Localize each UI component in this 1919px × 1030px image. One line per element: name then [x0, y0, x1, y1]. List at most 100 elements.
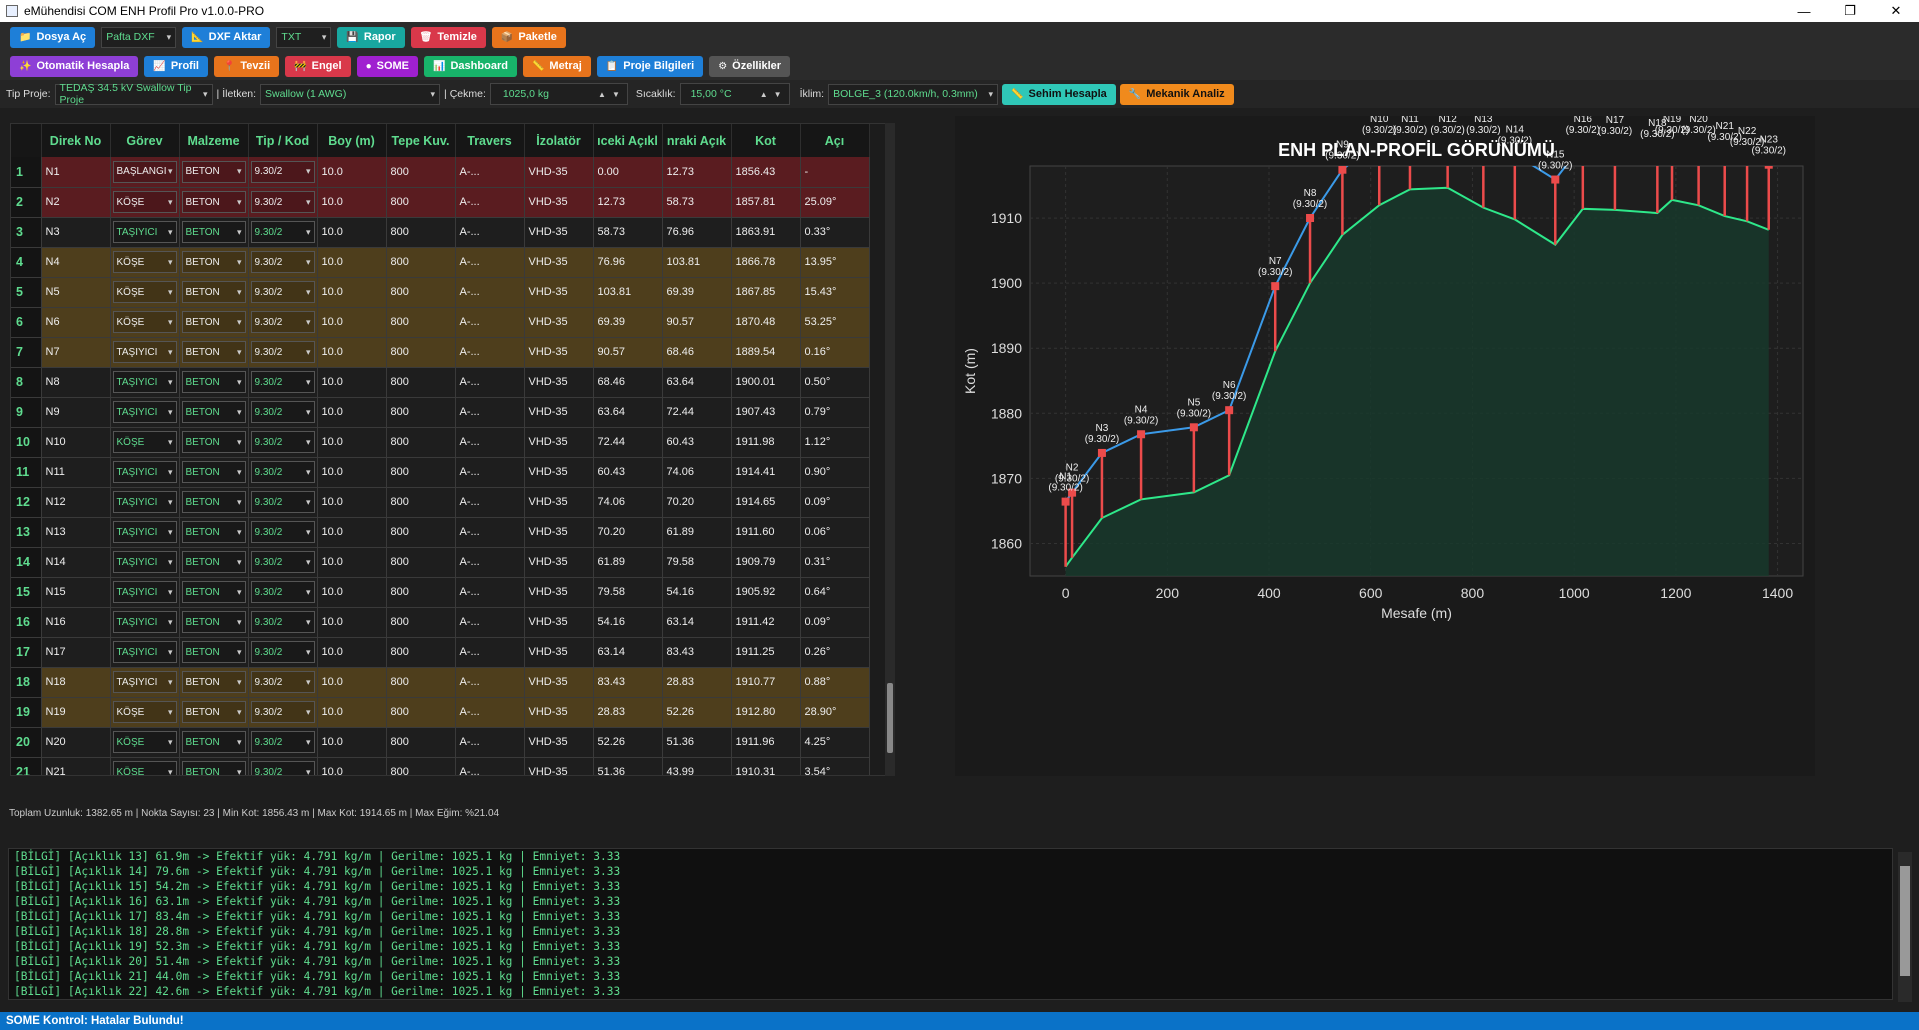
log-console[interactable]: [BİLGİ] [Açıklık 13] 61.9m -> Efektif yü… [8, 848, 1893, 1000]
izolator-cell[interactable]: VHD-35 [524, 487, 594, 518]
malzeme-select-cell[interactable]: BETON ▾ [179, 307, 249, 338]
close-icon[interactable]: ✕ [1873, 3, 1919, 19]
table-row[interactable]: 15 N15 TAŞIYICI ▾ BETON ▾ 9.30/2 ▾ 10.0 800 A-... V… [11, 577, 870, 608]
tepe-kuv-cell[interactable]: 800 [386, 247, 456, 278]
boy-cell[interactable]: 10.0 [317, 577, 387, 608]
boy-cell[interactable]: 10.0 [317, 337, 387, 368]
malzeme-select[interactable]: BETON ▾ [181, 221, 246, 243]
travers-cell[interactable]: A-... [455, 367, 525, 398]
boy-cell[interactable]: 10.0 [317, 397, 387, 428]
onceki-aciklik-cell[interactable]: 0.00 [593, 157, 663, 188]
travers-cell[interactable]: A-... [455, 487, 525, 518]
direk-no-cell[interactable]: N21 [41, 757, 111, 775]
aci-cell[interactable]: 4.25° [800, 727, 870, 758]
gorev-select[interactable]: KÖŞE ▾ [112, 191, 177, 213]
sonraki-aciklik-cell[interactable]: 54.16 [662, 577, 732, 608]
txt-combo[interactable]: TXT ▾ [276, 26, 332, 48]
boy-cell[interactable]: 10.0 [317, 277, 387, 308]
sonraki-aciklik-cell[interactable]: 63.64 [662, 367, 732, 398]
izolator-cell[interactable]: VHD-35 [524, 307, 594, 338]
sonraki-aciklik-cell[interactable]: 69.39 [662, 277, 732, 308]
tip-kod-select-cell[interactable]: 9.30/2 ▾ [248, 607, 318, 638]
tepe-kuv-cell[interactable]: 800 [386, 337, 456, 368]
spin-up-icon[interactable]: ▲ [595, 90, 609, 99]
kot-cell[interactable]: 1870.48 [731, 307, 801, 338]
boy-cell[interactable]: 10.0 [317, 457, 387, 488]
table-row[interactable]: 1 N1 BAŞLANGI ▾ BETON ▾ 9.30/2 ▾ 10.0 800 A-... VHD… [11, 157, 870, 188]
onceki-aciklik-cell[interactable]: 28.83 [593, 697, 663, 728]
aci-cell[interactable]: 0.26° [800, 637, 870, 668]
tip-kod-select-cell[interactable]: 9.30/2 ▾ [248, 307, 318, 338]
gorev-select[interactable]: TAŞIYICI ▾ [112, 491, 177, 513]
direk-no-cell[interactable]: N9 [41, 397, 111, 428]
metraj-button[interactable]: 📏 Metraj [522, 55, 591, 77]
temizle-button[interactable]: 🗑 Temizle [410, 26, 486, 48]
malzeme-select[interactable]: BETON ▾ [181, 551, 246, 573]
table-row[interactable]: 3 N3 TAŞIYICI ▾ BETON ▾ 9.30/2 ▾ 10.0 800 A-... VHD… [11, 217, 870, 248]
travers-cell[interactable]: A-... [455, 337, 525, 368]
direk-no-cell[interactable]: N6 [41, 307, 111, 338]
maximize-icon[interactable]: ❐ [1827, 3, 1873, 19]
table-row[interactable]: 13 N13 TAŞIYICI ▾ BETON ▾ 9.30/2 ▾ 10.0 800 A-... V… [11, 517, 870, 548]
aci-cell[interactable]: 0.50° [800, 367, 870, 398]
tip-kod-select-cell[interactable]: 9.30/2 ▾ [248, 697, 318, 728]
tip-kod-select-cell[interactable]: 9.30/2 ▾ [248, 157, 318, 188]
rapor-button[interactable]: 💾 Rapor [337, 26, 405, 48]
tip-proje-select[interactable]: TEDAŞ 34.5 kV Swallow Tip Proje ▾ [54, 82, 213, 106]
gorev-select[interactable]: KÖŞE ▾ [112, 311, 177, 333]
tip-kod-select-cell[interactable]: 9.30/2 ▾ [248, 487, 318, 518]
gorev-select-cell[interactable]: KÖŞE ▾ [110, 427, 180, 458]
iklim-select[interactable]: BOLGE_3 (120.0km/h, 0.3mm) ▾ [828, 83, 999, 105]
column-header[interactable]: İzolatör [524, 124, 594, 157]
gorev-select[interactable]: TAŞIYICI ▾ [112, 341, 177, 363]
kot-cell[interactable]: 1914.41 [731, 457, 801, 488]
izolator-cell[interactable]: VHD-35 [524, 577, 594, 608]
direk-no-cell[interactable]: N14 [41, 547, 111, 578]
travers-cell[interactable]: A-... [455, 607, 525, 638]
sonraki-aciklik-cell[interactable]: 12.73 [662, 157, 732, 188]
column-header[interactable]: Boy (m) [317, 124, 387, 157]
column-header[interactable]: nraki Açık [662, 124, 732, 157]
malzeme-select[interactable]: BETON ▾ [181, 371, 246, 393]
boy-cell[interactable]: 10.0 [317, 547, 387, 578]
izolator-cell[interactable]: VHD-35 [524, 277, 594, 308]
sonraki-aciklik-cell[interactable]: 58.73 [662, 187, 732, 218]
tepe-kuv-cell[interactable]: 800 [386, 727, 456, 758]
gorev-select[interactable]: KÖŞE ▾ [112, 701, 177, 723]
tip-kod-select-cell[interactable]: 9.30/2 ▾ [248, 217, 318, 248]
gorev-select-cell[interactable]: TAŞIYICI ▾ [110, 397, 180, 428]
aci-cell[interactable]: 3.54° [800, 757, 870, 775]
console-scrollbar[interactable] [1898, 852, 1912, 1002]
tip-kod-select[interactable]: 9.30/2 ▾ [250, 701, 315, 723]
onceki-aciklik-cell[interactable]: 52.26 [593, 727, 663, 758]
kot-cell[interactable]: 1867.85 [731, 277, 801, 308]
boy-cell[interactable]: 10.0 [317, 157, 387, 188]
column-header[interactable]: Kot [731, 124, 801, 157]
malzeme-select[interactable]: BETON ▾ [181, 311, 246, 333]
kot-cell[interactable]: 1863.91 [731, 217, 801, 248]
direk-no-cell[interactable]: N11 [41, 457, 111, 488]
gorev-select[interactable]: KÖŞE ▾ [112, 431, 177, 453]
malzeme-select[interactable]: BETON ▾ [181, 341, 246, 363]
aci-cell[interactable]: 1.12° [800, 427, 870, 458]
malzeme-select-cell[interactable]: BETON ▾ [179, 397, 249, 428]
direk-no-cell[interactable]: N15 [41, 577, 111, 608]
direk-no-cell[interactable]: N4 [41, 247, 111, 278]
gorev-select[interactable]: TAŞIYICI ▾ [112, 611, 177, 633]
aci-cell[interactable]: 0.64° [800, 577, 870, 608]
kot-cell[interactable]: 1910.31 [731, 757, 801, 775]
tip-kod-select[interactable]: 9.30/2 ▾ [250, 431, 315, 453]
gorev-select-cell[interactable]: TAŞIYICI ▾ [110, 517, 180, 548]
boy-cell[interactable]: 10.0 [317, 307, 387, 338]
malzeme-select-cell[interactable]: BETON ▾ [179, 337, 249, 368]
proje-bilgileri-button[interactable]: 📋 Proje Bilgileri [596, 55, 704, 77]
tip-kod-select-cell[interactable]: 9.30/2 ▾ [248, 427, 318, 458]
malzeme-select-cell[interactable]: BETON ▾ [179, 247, 249, 278]
malzeme-select-cell[interactable]: BETON ▾ [179, 577, 249, 608]
direk-no-cell[interactable]: N13 [41, 517, 111, 548]
table-row[interactable]: 2 N2 KÖŞE ▾ BETON ▾ 9.30/2 ▾ 10.0 800 A-... VHD-35 1… [11, 187, 870, 218]
tepe-kuv-cell[interactable]: 800 [386, 667, 456, 698]
travers-cell[interactable]: A-... [455, 277, 525, 308]
tip-kod-select-cell[interactable]: 9.30/2 ▾ [248, 277, 318, 308]
tepe-kuv-cell[interactable]: 800 [386, 157, 456, 188]
